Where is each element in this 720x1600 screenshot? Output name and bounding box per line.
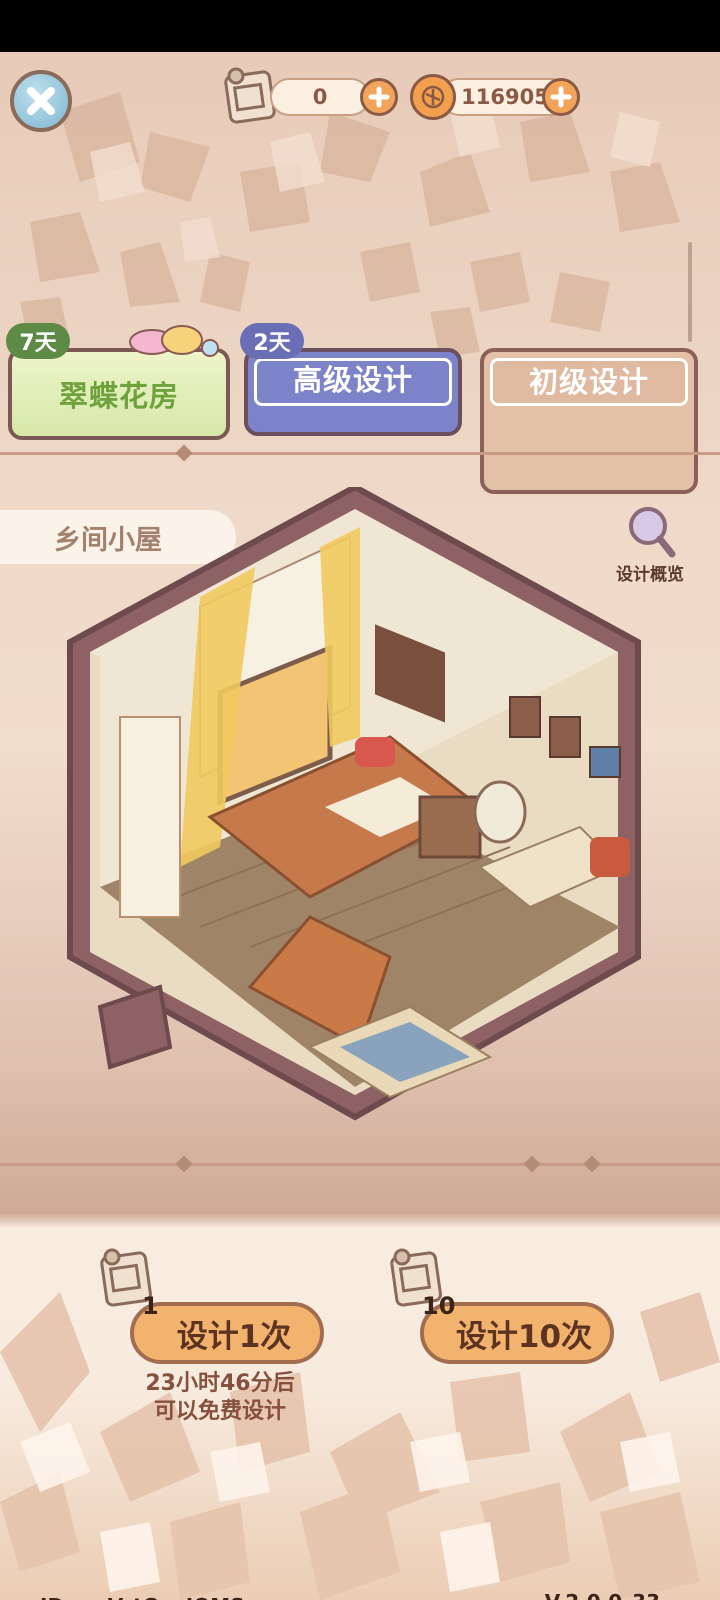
divider: [0, 452, 720, 455]
game-screen: 0 116905 翠蝶花房 7天 高级设计 2天 初级设计 乡间小屋 设计概览 …: [0, 52, 720, 1600]
plus-icon: [368, 86, 390, 108]
close-icon: [27, 87, 55, 115]
tab-label: 初级设计: [528, 365, 649, 399]
room-illustration: [67, 487, 641, 1121]
scrollbar[interactable]: [688, 242, 692, 342]
add-coins-button[interactable]: [542, 78, 580, 116]
free-timer-line: 可以免费设计: [153, 1399, 286, 1424]
days-badge: 7天: [6, 323, 70, 359]
player-id: ID：csVrtQyvJOMS: [40, 1590, 245, 1600]
design-ten-label: 设计10次: [455, 1318, 593, 1355]
tab-butterfly-greenhouse[interactable]: 翠蝶花房: [8, 325, 230, 440]
app-version: V.2.0.0_33: [545, 1590, 660, 1600]
tab-label: 翠蝶花房: [58, 379, 179, 413]
close-button[interactable]: [10, 70, 72, 132]
design-once-cost: 1: [142, 1292, 159, 1320]
butterfly-icon: [129, 325, 219, 357]
design-once-button[interactable]: 设计1次: [130, 1302, 324, 1364]
design-ten-cost: 10: [422, 1292, 456, 1320]
divider: [0, 1163, 720, 1166]
plus-icon: [550, 86, 572, 108]
blueprint-count: 0: [270, 78, 370, 116]
tab-label: 高级设计: [292, 363, 413, 397]
free-design-timer: 23小时46分后 可以免费设计: [110, 1370, 330, 1426]
tab-advanced-design[interactable]: 高级设计: [244, 348, 462, 436]
days-badge: 2天: [240, 323, 304, 359]
coin-icon: [410, 74, 456, 120]
add-blueprint-button[interactable]: [360, 78, 398, 116]
free-timer-line: 23小时46分后: [145, 1371, 295, 1396]
tab-basic-design[interactable]: 初级设计: [480, 348, 698, 494]
divider-ornament: [175, 444, 193, 462]
design-once-label: 设计1次: [176, 1318, 292, 1355]
